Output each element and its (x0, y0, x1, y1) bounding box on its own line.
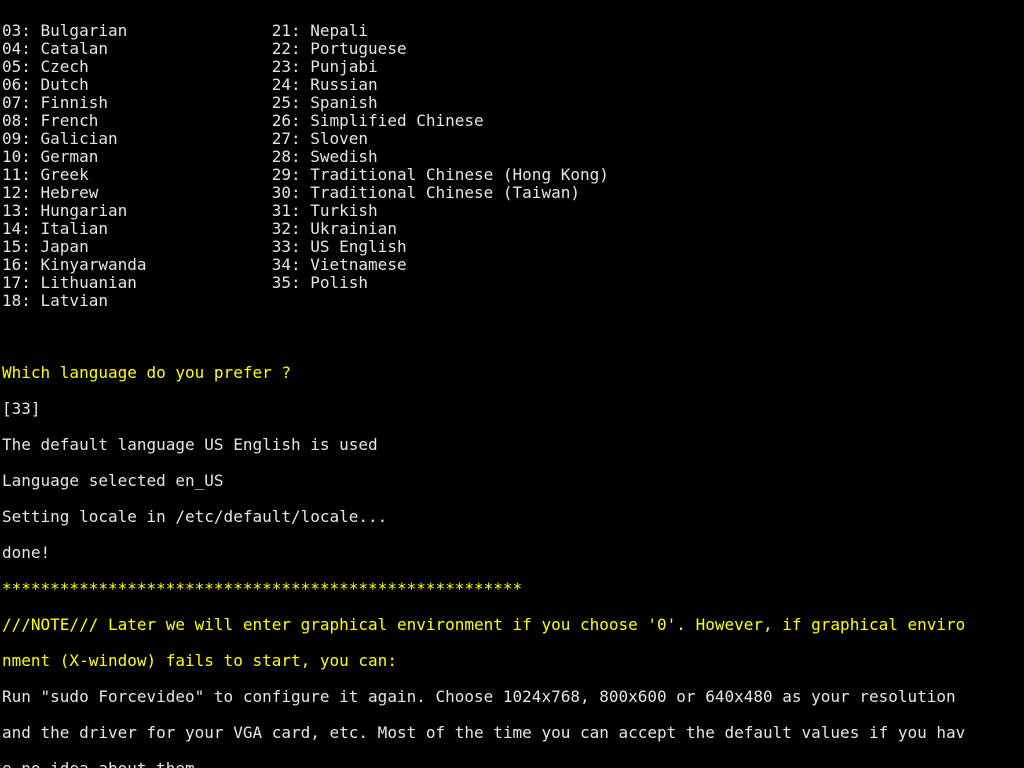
language-row: 06: Dutch 24: Russian (2, 76, 1022, 94)
language-row: 05: Czech 23: Punjabi (2, 58, 1022, 76)
language-row: 18: Latvian (2, 292, 1022, 310)
separator-stars: ****************************************… (2, 580, 1022, 598)
note-line-2: nment (X-window) fails to start, you can… (2, 652, 1022, 670)
msg-done: done! (2, 544, 1022, 562)
language-row: 13: Hungarian 31: Turkish (2, 202, 1022, 220)
language-row: 04: Catalan 22: Portuguese (2, 40, 1022, 58)
language-row: 10: German 28: Swedish (2, 148, 1022, 166)
language-row: 16: Kinyarwanda 34: Vietnamese (2, 256, 1022, 274)
terminal[interactable]: 03: Bulgarian 21: Nepali04: Catalan 22: … (0, 0, 1024, 768)
language-list: 03: Bulgarian 21: Nepali04: Catalan 22: … (2, 22, 1022, 310)
language-row: 14: Italian 32: Ukrainian (2, 220, 1022, 238)
language-row: 03: Bulgarian 21: Nepali (2, 22, 1022, 40)
language-row: 08: French 26: Simplified Chinese (2, 112, 1022, 130)
language-row: 12: Hebrew 30: Traditional Chinese (Taiw… (2, 184, 1022, 202)
help-line-3: e no idea about them. (2, 760, 1022, 768)
help-line-1: Run "sudo Forcevideo" to configure it ag… (2, 688, 1022, 706)
language-row: 11: Greek 29: Traditional Chinese (Hong … (2, 166, 1022, 184)
msg-setting-locale: Setting locale in /etc/default/locale... (2, 508, 1022, 526)
note-line-1: ///NOTE/// Later we will enter graphical… (2, 616, 1022, 634)
msg-selected-lang: Language selected en_US (2, 472, 1022, 490)
language-row: 09: Galician 27: Sloven (2, 130, 1022, 148)
language-row: 17: Lithuanian 35: Polish (2, 274, 1022, 292)
language-row: 07: Finnish 25: Spanish (2, 94, 1022, 112)
language-row: 15: Japan 33: US English (2, 238, 1022, 256)
msg-default-lang: The default language US English is used (2, 436, 1022, 454)
blank-row (2, 328, 1022, 346)
language-choice: [33] (2, 400, 1022, 418)
prompt-language: Which language do you prefer ? (2, 364, 1022, 382)
help-line-2: and the driver for your VGA card, etc. M… (2, 724, 1022, 742)
